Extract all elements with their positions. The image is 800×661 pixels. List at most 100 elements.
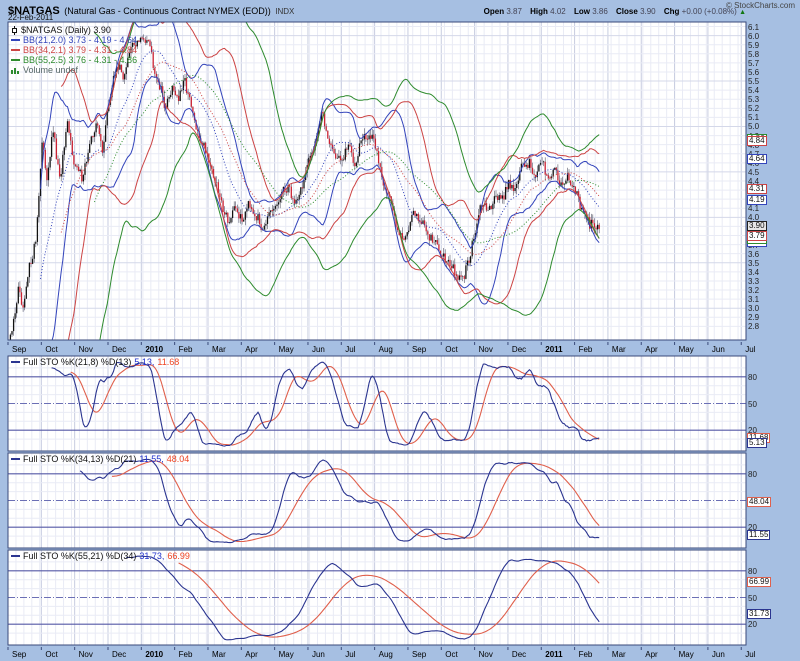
y-axis-tick-label: 6.0 bbox=[748, 32, 759, 41]
legend-row-symbol: $NATGAS (Daily) 3.90 bbox=[11, 25, 137, 35]
open-value: 3.87 bbox=[506, 7, 522, 16]
y-axis-tick-label: 5.5 bbox=[748, 77, 759, 86]
x-axis-month-label: Apr bbox=[245, 345, 257, 354]
y-axis-tick-label: 5.9 bbox=[748, 41, 759, 50]
x-axis-month-label: Apr bbox=[645, 345, 657, 354]
axis-value-label: 31.73 bbox=[747, 609, 771, 619]
x-axis-month-label: 2011 bbox=[545, 650, 562, 659]
stoch3-k-value: 31.73, bbox=[139, 551, 164, 561]
x-axis-month-label: Nov bbox=[479, 650, 493, 659]
panel-tick-label: 20 bbox=[748, 620, 757, 629]
x-axis-month-label: Oct bbox=[445, 345, 457, 354]
generated-labels-layer: Sep Sep Oct Oct Nov Nov Dec Dec 2010 2010 Feb Feb Ma… bbox=[0, 0, 800, 661]
x-axis-month-label: Oct bbox=[445, 650, 457, 659]
x-axis-month-label: Jul bbox=[745, 650, 755, 659]
stoch-line-icon bbox=[11, 458, 20, 460]
bb21-line-icon bbox=[11, 39, 20, 41]
panel-tick-label: 80 bbox=[748, 567, 757, 576]
axis-value-label: 3.79 bbox=[747, 231, 767, 241]
x-axis-month-label: May bbox=[679, 345, 694, 354]
x-axis-month-label: Jul bbox=[345, 345, 355, 354]
stoch2-legend: Full STO %K(34,13) %D(21) 11.55, 48.04 bbox=[11, 454, 189, 464]
y-axis-tick-label: 5.3 bbox=[748, 95, 759, 104]
stoch2-d-value: 48.04 bbox=[167, 454, 190, 464]
legend-bb34-text: BB(34,2.1) 3.79 - 4.31 - 4.84 bbox=[23, 45, 137, 55]
x-axis-month-label: Sep bbox=[12, 650, 26, 659]
stoch1-d-value: 11.68 bbox=[157, 357, 179, 367]
x-axis-month-label: Dec bbox=[512, 650, 526, 659]
chg-value: +0.00 (+0.08%) bbox=[682, 7, 737, 16]
y-axis-tick-label: 3.0 bbox=[748, 304, 759, 313]
x-axis-month-label: Mar bbox=[212, 345, 226, 354]
legend-row-stoch3: Full STO %K(55,21) %D(34) 31.73, 66.99 bbox=[11, 551, 190, 561]
x-axis-month-label: Aug bbox=[379, 345, 393, 354]
legend-row-stoch1: Full STO %K(21,8) %D(13) 5.13, 11.68 bbox=[11, 357, 179, 367]
x-axis-month-label: Oct bbox=[45, 345, 57, 354]
stockcharts-chart-page: $NATGAS (Natural Gas - Continuous Contra… bbox=[0, 0, 800, 661]
panel-tick-label: 50 bbox=[748, 400, 757, 409]
close-value: 3.90 bbox=[640, 7, 656, 16]
stoch2-k-value: 11.55, bbox=[139, 454, 163, 464]
x-axis-month-label: Feb bbox=[579, 345, 593, 354]
x-axis-month-label: Jul bbox=[745, 345, 755, 354]
open-label: Open bbox=[484, 7, 504, 16]
x-axis-month-label: Feb bbox=[579, 650, 593, 659]
x-axis-month-label: Apr bbox=[245, 650, 257, 659]
panel-tick-label: 50 bbox=[748, 594, 757, 603]
stoch1-legend: Full STO %K(21,8) %D(13) 5.13, 11.68 bbox=[11, 357, 179, 367]
axis-value-label: 3.90 bbox=[747, 221, 767, 231]
axis-value-label: 4.31 bbox=[747, 184, 767, 194]
high-value: 4.02 bbox=[550, 7, 566, 16]
x-axis-month-label: Jun bbox=[712, 345, 725, 354]
x-axis-month-label: Aug bbox=[379, 650, 393, 659]
y-axis-tick-label: 4.5 bbox=[748, 168, 759, 177]
stoch3-d-value: 66.99 bbox=[167, 551, 190, 561]
x-axis-month-label: Sep bbox=[412, 345, 426, 354]
y-axis-tick-label: 3.4 bbox=[748, 268, 759, 277]
x-axis-month-label: Mar bbox=[212, 650, 226, 659]
x-axis-month-label: Feb bbox=[179, 650, 193, 659]
y-axis-tick-label: 3.2 bbox=[748, 286, 759, 295]
x-axis-month-label: Feb bbox=[179, 345, 193, 354]
y-axis-tick-label: 5.6 bbox=[748, 68, 759, 77]
candlestick-icon bbox=[11, 26, 18, 35]
main-legend: $NATGAS (Daily) 3.90 BB(21,2.0) 3.73 - 4… bbox=[11, 25, 137, 75]
legend-row-bb34: BB(34,2.1) 3.79 - 4.31 - 4.84 bbox=[11, 45, 137, 55]
x-axis-month-label: 2010 bbox=[145, 650, 163, 659]
bb55-line-icon bbox=[11, 59, 20, 61]
x-axis-month-label: Oct bbox=[45, 650, 57, 659]
chg-label: Chg bbox=[664, 7, 680, 16]
x-axis-month-label: Mar bbox=[612, 650, 626, 659]
panel-tick-label: 80 bbox=[748, 470, 757, 479]
close-label: Close bbox=[616, 7, 638, 16]
up-arrow-icon: ▲ bbox=[739, 9, 746, 16]
axis-value-label: 48.04 bbox=[747, 497, 771, 507]
x-axis-month-label: Jul bbox=[345, 650, 355, 659]
stoch1-k-value: 5.13, bbox=[134, 357, 154, 367]
low-value: 3.86 bbox=[592, 7, 608, 16]
x-axis-month-label: Mar bbox=[612, 345, 626, 354]
x-axis-month-label: Dec bbox=[512, 345, 526, 354]
legend-bb21-text: BB(21,2.0) 3.73 - 4.19 - 4.64 bbox=[23, 35, 137, 45]
x-axis-month-label: 2010 bbox=[145, 345, 163, 354]
y-axis-tick-label: 3.3 bbox=[748, 277, 759, 286]
legend-row-bb55: BB(55,2.5) 3.76 - 4.31 - 4.86 bbox=[11, 55, 137, 65]
y-axis-tick-label: 5.2 bbox=[748, 104, 759, 113]
axis-value-label: 4.19 bbox=[747, 195, 767, 205]
x-axis-month-label: Jun bbox=[312, 650, 325, 659]
volume-bars-icon bbox=[11, 66, 20, 74]
legend-row-stoch2: Full STO %K(34,13) %D(21) 11.55, 48.04 bbox=[11, 454, 189, 464]
x-axis-month-label: Dec bbox=[112, 345, 126, 354]
chart-date: 22-Feb-2011 bbox=[8, 13, 53, 22]
x-axis-month-label: Nov bbox=[479, 345, 493, 354]
y-axis-tick-label: 3.6 bbox=[748, 250, 759, 259]
y-axis-tick-label: 3.1 bbox=[748, 295, 759, 304]
y-axis-tick-label: 5.1 bbox=[748, 113, 759, 122]
axis-value-label: 5.13 bbox=[747, 438, 767, 448]
x-axis-month-label: Jun bbox=[712, 650, 725, 659]
stoch-line-icon bbox=[11, 555, 20, 557]
panel-tick-label: 80 bbox=[748, 373, 757, 382]
x-axis-month-label: Jun bbox=[312, 345, 325, 354]
index-tag: INDX bbox=[275, 7, 294, 16]
stoch2-label: Full STO %K(34,13) %D(21) bbox=[23, 454, 136, 464]
